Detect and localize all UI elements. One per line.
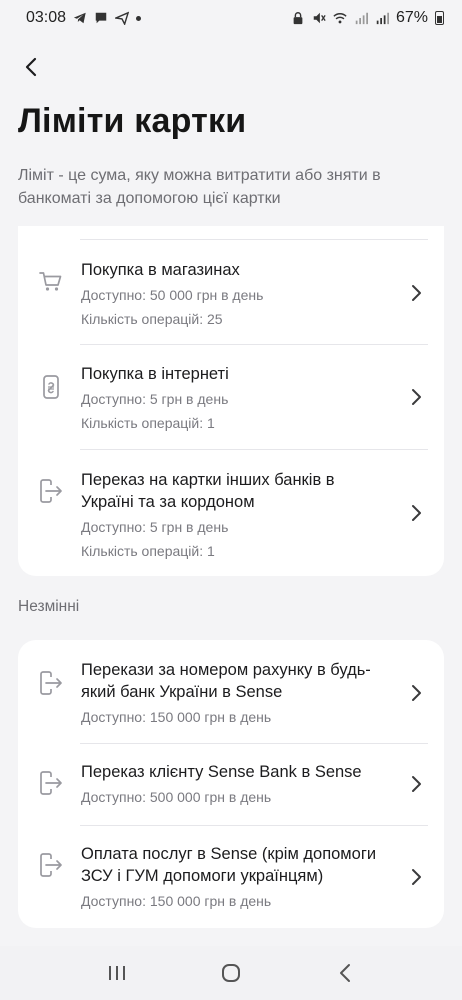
limit-available: Доступно: 150 000 грн в день — [81, 709, 272, 725]
divider — [80, 449, 428, 450]
telegram-icon — [73, 12, 86, 24]
transfer-out-icon — [40, 479, 62, 503]
back-button[interactable] — [16, 52, 46, 82]
limit-operations: Кількість операцій: 1 — [81, 543, 215, 559]
limit-available: Доступно: 150 000 грн в день — [81, 893, 272, 909]
battery-icon — [435, 11, 444, 25]
limit-available: Доступно: 5 грн в день — [81, 391, 229, 407]
wifi-icon — [333, 13, 347, 24]
chevron-right-icon — [412, 389, 421, 405]
transfer-out-icon — [40, 771, 62, 795]
limit-row-shops[interactable]: Покупка в магазинах Доступно: 50 000 грн… — [18, 246, 444, 344]
limit-available: Доступно: 500 000 грн в день — [81, 789, 272, 805]
notification-dot-icon — [136, 15, 142, 21]
cart-icon — [39, 272, 62, 291]
system-nav-bar — [0, 946, 462, 1000]
send-icon — [115, 11, 130, 25]
mute-icon — [313, 12, 326, 24]
limit-available: Доступно: 50 000 грн в день — [81, 287, 264, 303]
signal-icon-1 — [355, 12, 368, 25]
section-label-fixed: Незмінні — [18, 598, 80, 615]
limit-title: Переказ на картки інших банків в Україні… — [81, 471, 335, 511]
page-title: Ліміти картки — [18, 102, 247, 140]
limit-row-transfer-other-banks[interactable]: Переказ на картки інших банків в Україні… — [18, 456, 444, 571]
limit-title: Покупка в магазинах — [81, 261, 240, 279]
limit-operations: Кількість операцій: 1 — [81, 415, 215, 431]
divider — [80, 743, 428, 744]
limit-title: Оплата послуг в Sense (крім допомоги ЗСУ… — [81, 845, 377, 885]
home-button[interactable] — [211, 953, 251, 993]
limit-operations: Кількість операцій: 25 — [81, 311, 223, 327]
signal-icon-2 — [376, 12, 389, 25]
battery-percent: 67% — [395, 9, 428, 26]
back-arrow-icon — [340, 964, 350, 982]
fixed-row-sense-client[interactable]: Переказ клієнту Sense Bank в Sense Досту… — [18, 748, 444, 822]
chevron-left-icon — [25, 57, 37, 77]
fixed-limits-card: Перекази за номером рахунку в будь-який … — [18, 640, 444, 928]
limit-row-internet[interactable]: Покупка в інтернеті Доступно: 5 грн в де… — [18, 350, 444, 448]
divider — [80, 239, 428, 240]
page-description: Ліміт - це сума, яку можна витратити або… — [18, 167, 381, 207]
limit-available: Доступно: 5 грн в день — [81, 519, 229, 535]
chevron-right-icon — [412, 869, 421, 885]
fixed-row-services-payment[interactable]: Оплата послуг в Sense (крім допомоги ЗСУ… — [18, 830, 444, 924]
phone-hryvnia-icon — [43, 375, 59, 399]
divider — [80, 825, 428, 826]
limit-title: Покупка в інтернеті — [81, 365, 229, 383]
fixed-row-account-transfer[interactable]: Перекази за номером рахунку в будь-який … — [18, 646, 444, 742]
transfer-out-icon — [40, 853, 62, 877]
limit-title: Перекази за номером рахунку в будь-який … — [81, 661, 371, 701]
chevron-right-icon — [412, 285, 421, 301]
recent-apps-button[interactable] — [97, 953, 137, 993]
message-icon — [95, 12, 107, 24]
chevron-right-icon — [412, 776, 421, 792]
status-right: 67% — [291, 9, 444, 27]
system-back-button[interactable] — [325, 953, 365, 993]
limit-title: Переказ клієнту Sense Bank в Sense — [81, 763, 362, 781]
recent-apps-icon — [109, 966, 125, 980]
transfer-out-icon — [40, 671, 62, 695]
status-bar: 03:08 67% — [0, 0, 462, 36]
status-left: 03:08 — [26, 9, 142, 27]
home-icon — [222, 964, 240, 982]
chevron-right-icon — [412, 685, 421, 701]
status-time: 03:08 — [26, 9, 67, 26]
divider — [80, 344, 428, 345]
lock-icon — [293, 12, 303, 25]
chevron-right-icon — [412, 505, 421, 521]
editable-limits-card: Покупка в магазинах Доступно: 50 000 грн… — [18, 226, 444, 576]
